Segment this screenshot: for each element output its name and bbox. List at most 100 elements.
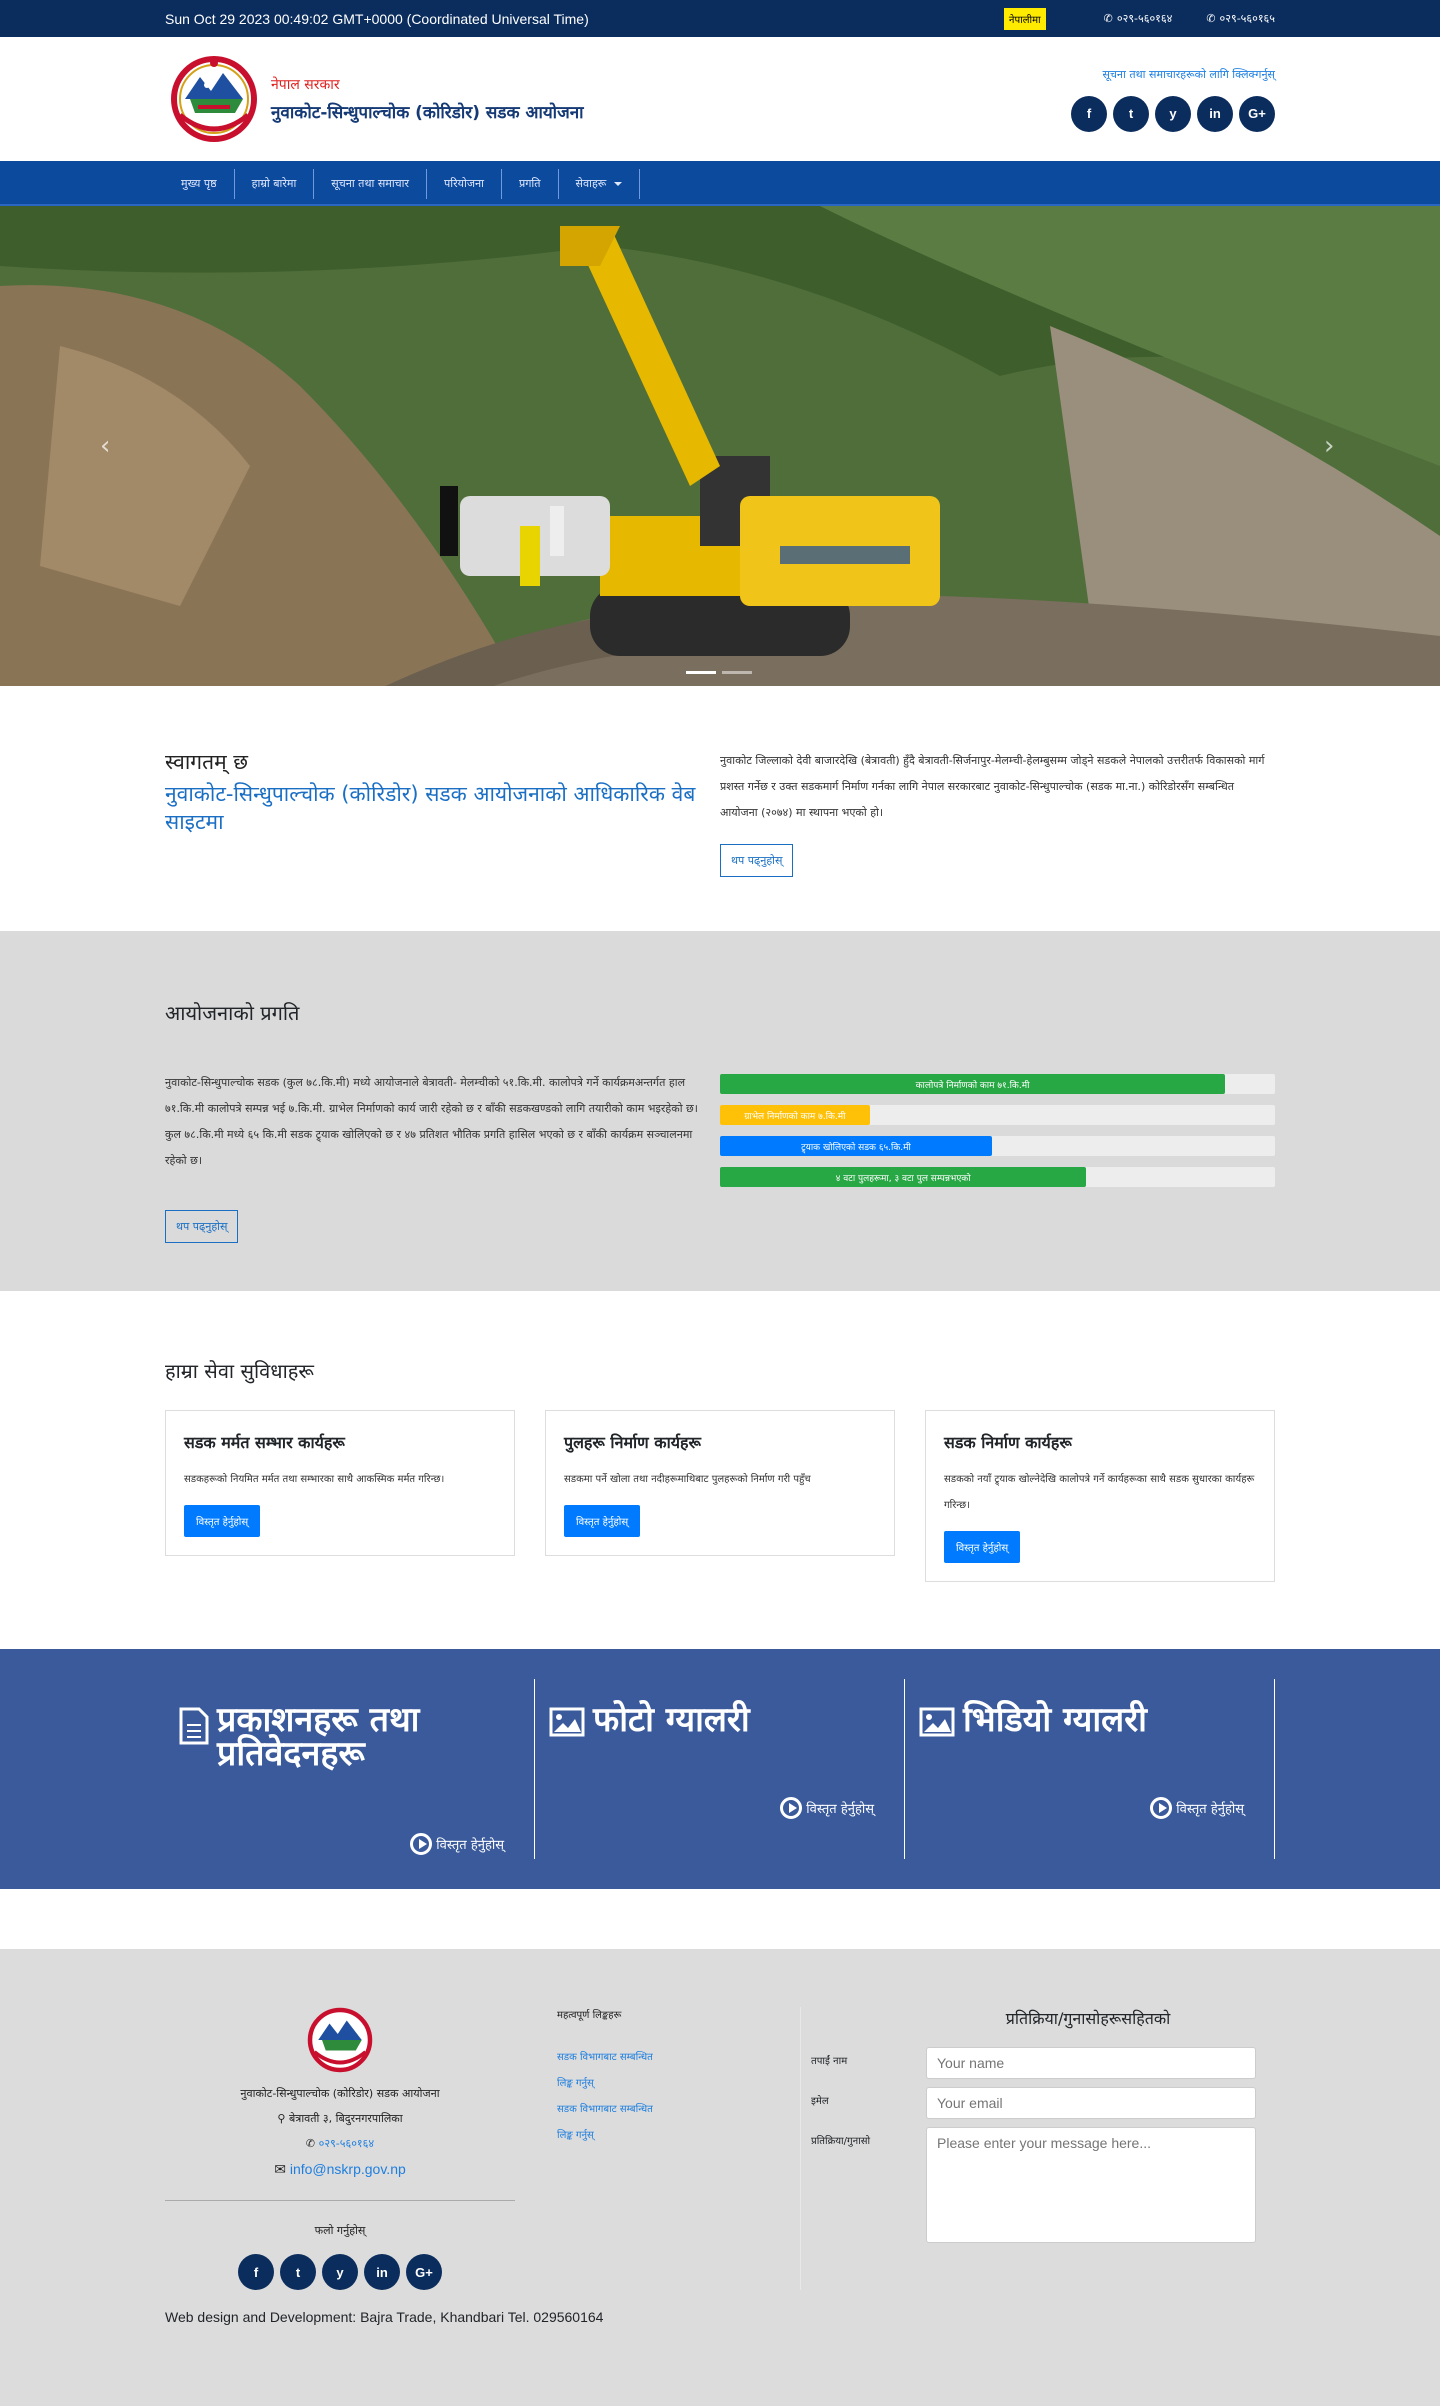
google-plus-icon[interactable]: G+: [406, 2254, 442, 2290]
service-card: पुलहरू निर्माण कार्यहरू सडकमा पर्ने खोला…: [545, 1410, 895, 1556]
footer-link[interactable]: सडक विभागबाट सम्बन्धित: [557, 2097, 800, 2123]
phone-icon: ✆: [1206, 12, 1216, 25]
footer-email-link[interactable]: info@nskrp.gov.np: [290, 2161, 406, 2177]
progress-bar: कालोपत्रे निर्माणको काम ७१.कि.मी: [720, 1074, 1275, 1094]
main-nav: मुख्य पृष्ठ हाम्रो बारेमा सूचना तथा समाच…: [0, 161, 1440, 206]
welcome-text: नुवाकोट जिल्लाको देवी बाजारदेखि (बेत्राव…: [720, 754, 1265, 819]
hero-carousel: ‹ ›: [0, 206, 1440, 686]
phone-icon: ✆: [305, 2137, 319, 2150]
name-label: तपाईं नाम: [811, 2056, 848, 2067]
progress-title: आयोजनाको प्रगति: [165, 1001, 300, 1025]
carousel-next-icon[interactable]: ›: [1324, 431, 1334, 461]
play-circle-icon: [410, 1833, 433, 1855]
footer-divider: [165, 2200, 515, 2201]
youtube-icon[interactable]: y: [1155, 95, 1191, 132]
footer-email: ✉ info@nskrp.gov.np: [165, 2161, 515, 2178]
service-card-title: सडक निर्माण कार्यहरू: [944, 1433, 1072, 1452]
linkedin-icon[interactable]: in: [364, 2254, 400, 2290]
service-card-text: सडकहरूको नियमित मर्मत तथा सम्भारका साथै …: [184, 1474, 445, 1485]
twitter-icon[interactable]: t: [1113, 95, 1149, 132]
publications-more-label: विस्तृत हेर्नुहोस्: [436, 1838, 504, 1853]
progress-bar-fill: ग्राभेल निर्माणको काम ७.कि.मी: [720, 1105, 870, 1125]
phone-2-text: ०२९-५६०१६५: [1219, 12, 1275, 25]
publications-block: प्रकाशनहरू तथा प्रतिवेदनहरू विस्तृत हेर्…: [165, 1679, 535, 1859]
message-label: प्रतिक्रिया/गुनासो: [811, 2136, 871, 2147]
carousel-indicator[interactable]: [722, 671, 752, 674]
name-input[interactable]: [926, 2047, 1256, 2079]
linkedin-icon[interactable]: in: [1197, 95, 1233, 132]
header-subtitle: नेपाल सरकार: [271, 77, 340, 93]
photo-gallery-more-label: विस्तृत हेर्नुहोस्: [806, 1802, 874, 1817]
progress-bar-fill: ट्र्याक खोलिएको सडक ६५.कि.मी: [720, 1136, 992, 1156]
nepal-emblem-logo[interactable]: [165, 55, 263, 143]
facebook-icon[interactable]: f: [1071, 95, 1107, 132]
links-title: महत्वपूर्ण लिङ्कहरू: [557, 2010, 622, 2021]
twitter-icon[interactable]: t: [280, 2254, 316, 2290]
carousel-prev-icon[interactable]: ‹: [100, 431, 110, 461]
footer-link[interactable]: सडक विभागबाट सम्बन्धित: [557, 2045, 800, 2071]
nav-progress[interactable]: प्रगति: [502, 168, 559, 199]
carousel-indicators: [686, 671, 752, 674]
photo-gallery-title[interactable]: फोटो ग्यालरी: [593, 1703, 750, 1737]
chevron-down-icon: [614, 181, 623, 186]
footer-link[interactable]: लिङ्क गर्नुस्: [557, 2071, 800, 2097]
publications-title[interactable]: प्रकाशनहरू तथा प्रतिवेदनहरू: [217, 1703, 506, 1771]
footer-contact: नुवाकोट-सिन्धुपाल्चोक (कोरिडोर) सडक आयोज…: [165, 2007, 515, 2290]
service-card-title: सडक मर्मत सम्भार कार्यहरू: [184, 1433, 345, 1452]
feedback-form: प्रतिक्रिया/गुनासोहरूसहितको तपाईं नाम इम…: [800, 2007, 1275, 2290]
service-details-button[interactable]: विस्तृत हेर्नुहोस्: [184, 1505, 261, 1537]
feedback-title: प्रतिक्रिया/गुनासोहरूसहितको: [1005, 2009, 1171, 2028]
current-date: Sun Oct 29 2023 00:49:02 GMT+0000 (Coord…: [165, 10, 589, 27]
progress-bar: ग्राभेल निर्माणको काम ७.कि.मी: [720, 1105, 1275, 1125]
progress-read-more-button[interactable]: थप पढ्नुहोस्: [165, 1210, 239, 1243]
nav-about[interactable]: हाम्रो बारेमा: [235, 168, 315, 199]
service-card-text: सडकको नयाँ ट्र्याक खोल्नेदेखि कालोपत्रे …: [944, 1474, 1255, 1511]
video-gallery-block: भिडियो ग्यालरी विस्तृत हेर्नुहोस्: [905, 1679, 1275, 1859]
footer-phone: ✆ ०२९-५६०१६४: [165, 2136, 515, 2151]
google-plus-icon[interactable]: G+: [1239, 95, 1275, 132]
hero-image: [0, 206, 1440, 686]
site-header: नेपाल सरकार नुवाकोट-सिन्धुपाल्चोक (कोरिड…: [0, 37, 1440, 161]
play-circle-icon: [1150, 1797, 1173, 1819]
nepal-emblem-logo: [307, 2007, 373, 2073]
publications-more-link[interactable]: विस्तृत हेर्नुहोस्: [410, 1833, 504, 1855]
footer-address: ⚲ बेत्रावती ३, बिदुरनगरपालिका: [165, 2111, 515, 2126]
video-gallery-more-link[interactable]: विस्तृत हेर्नुहोस्: [1150, 1797, 1244, 1819]
youtube-icon[interactable]: y: [322, 2254, 358, 2290]
service-card: सडक निर्माण कार्यहरू सडकको नयाँ ट्र्याक …: [925, 1410, 1275, 1582]
progress-bar-fill: ४ वटा पुलहरूमा, ३ वटा पुल सम्पन्नभएको: [720, 1167, 1087, 1187]
carousel-indicator[interactable]: [686, 671, 716, 674]
phone-1: ✆ ०२९-५६०१६४: [1104, 11, 1173, 26]
nav-projects[interactable]: परियोजना: [427, 168, 502, 199]
nav-services-dropdown[interactable]: सेवाहरू: [559, 168, 641, 199]
read-more-button[interactable]: थप पढ्नुहोस्: [720, 844, 794, 877]
footer-address-text: बेत्रावती ३, बिदुरनगरपालिका: [288, 2112, 403, 2125]
image-icon: [549, 1707, 585, 1737]
play-circle-icon: [780, 1797, 803, 1819]
footer-links: महत्वपूर्ण लिङ्कहरू सडक विभागबाट सम्बन्ध…: [515, 2007, 800, 2290]
email-input[interactable]: [926, 2087, 1256, 2119]
video-gallery-title[interactable]: भिडियो ग्यालरी: [963, 1703, 1147, 1737]
nav-news[interactable]: सूचना तथा समाचार: [314, 168, 428, 199]
service-card: सडक मर्मत सम्भार कार्यहरू सडकहरूको नियमि…: [165, 1410, 515, 1556]
facebook-icon[interactable]: f: [238, 2254, 274, 2290]
site-title[interactable]: नुवाकोट-सिन्धुपाल्चोक (कोरिडोर) सडक आयोज…: [271, 100, 584, 123]
progress-section: आयोजनाको प्रगति नुवाकोट-सिन्धुपाल्चोक सड…: [0, 931, 1440, 1291]
services-title: हाम्रा सेवा सुविधाहरू: [165, 1359, 314, 1383]
progress-bar: ट्र्याक खोलिएको सडक ६५.कि.मी: [720, 1136, 1275, 1156]
footer-credit: Web design and Development: Bajra Trade,…: [165, 2309, 604, 2325]
language-toggle[interactable]: नेपालीमा: [1003, 7, 1046, 30]
nav-home[interactable]: मुख्य पृष्ठ: [165, 168, 235, 199]
footer-phone-link[interactable]: ०२९-५६०१६४: [319, 2137, 374, 2150]
photo-gallery-more-link[interactable]: विस्तृत हेर्नुहोस्: [780, 1797, 874, 1819]
footer-link[interactable]: लिङ्क गर्नुस्: [557, 2123, 800, 2149]
welcome-heading: स्वागतम् छ: [165, 750, 249, 774]
service-details-button[interactable]: विस्तृत हेर्नुहोस्: [564, 1505, 641, 1537]
progress-bar-fill: कालोपत्रे निर्माणको काम ७१.कि.मी: [720, 1074, 1226, 1094]
document-icon: [179, 1707, 209, 1745]
map-marker-icon: ⚲: [277, 2112, 289, 2125]
message-textarea[interactable]: [926, 2127, 1256, 2243]
service-details-button[interactable]: विस्तृत हेर्नुहोस्: [944, 1531, 1021, 1563]
news-link[interactable]: सूचना तथा समाचारहरूको लागि क्लिक्गर्नुस्: [1103, 67, 1275, 82]
footer-org-name: नुवाकोट-सिन्धुपाल्चोक (कोरिडोर) सडक आयोज…: [240, 2087, 440, 2100]
